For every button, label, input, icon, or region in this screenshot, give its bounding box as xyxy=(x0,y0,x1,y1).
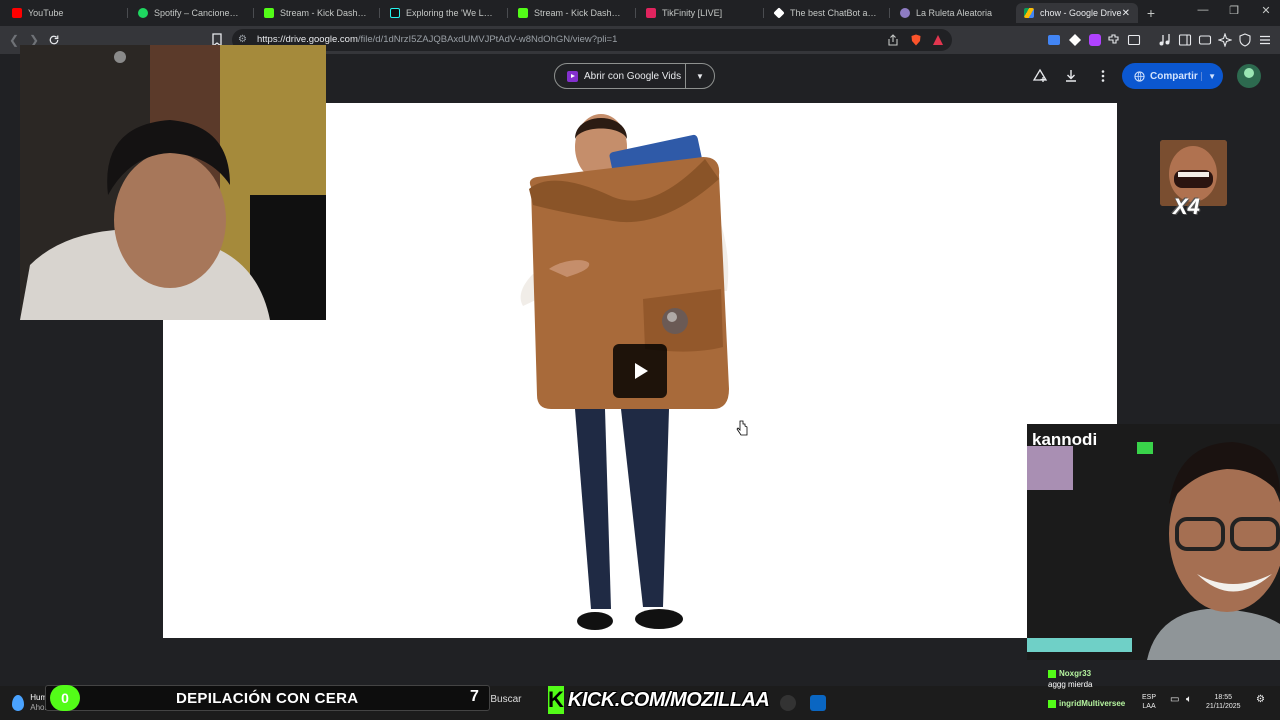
more-options-icon[interactable] xyxy=(1095,68,1111,84)
media-control-icon[interactable] xyxy=(1158,33,1172,47)
chat-text: aggg mierda xyxy=(1048,680,1093,689)
tab-title: Exploring the 'We Look Li xyxy=(406,8,496,18)
share-label: Compartir xyxy=(1150,70,1198,82)
close-window-icon[interactable]: ✕ xyxy=(1256,4,1276,17)
tab-title: TikFinity [LIVE] xyxy=(662,8,723,18)
google-drive-icon xyxy=(1024,8,1034,18)
screen: { "browser": { "tabs": [ {"title": "YouT… xyxy=(0,0,1280,720)
extensions-puzzle-icon[interactable] xyxy=(1107,33,1121,47)
youtube-icon xyxy=(12,8,22,18)
sidebar-icon[interactable] xyxy=(1178,33,1192,47)
tab-title: The best ChatBot and Wid xyxy=(790,8,878,18)
hand-cursor-icon xyxy=(736,420,748,436)
chat-username: ingridMultiversee xyxy=(1059,699,1126,708)
globe-icon xyxy=(1134,70,1145,82)
webcam-feed-image xyxy=(20,45,326,320)
emote-combo: X4 xyxy=(1160,140,1227,224)
download-icon[interactable] xyxy=(1063,68,1079,84)
brave-shield-icon[interactable] xyxy=(910,34,922,46)
roulette-icon xyxy=(900,8,910,18)
guest-feed-image xyxy=(1027,424,1280,660)
url-host: https://drive.google.com xyxy=(257,34,358,45)
streamer-webcam xyxy=(20,45,326,320)
open-with-label: Abrir con Google Vids xyxy=(584,70,682,82)
tiktok-icon xyxy=(390,8,400,18)
minimize-icon[interactable]: — xyxy=(1193,4,1213,16)
tab-youtube[interactable]: YouTube xyxy=(4,3,124,23)
chatbot-icon xyxy=(773,7,785,19)
close-tab-icon[interactable]: ✕ xyxy=(1122,8,1130,19)
account-avatar[interactable] xyxy=(1237,64,1261,88)
outlook-app-icon[interactable] xyxy=(810,695,826,711)
brave-rewards-icon[interactable] xyxy=(932,34,944,46)
kick-channel-url: KICK.COM/MOZILLAA xyxy=(567,688,770,711)
volume-icon[interactable]: 🔈︎ xyxy=(1186,695,1192,705)
tab-title: Spotify – Canciones que te xyxy=(154,8,242,18)
tikfinity-icon xyxy=(646,8,656,18)
add-shortcut-icon[interactable] xyxy=(1032,68,1048,84)
stream-chat: Noxgr33 aggg mierda ingridMultiversee xyxy=(1048,668,1148,711)
kick-logo-icon: K xyxy=(548,686,564,714)
kick-channel-overlay: K KICK.COM/MOZILLAA xyxy=(548,686,770,714)
tab-title: YouTube xyxy=(28,8,64,18)
kick-icon xyxy=(264,8,274,18)
guest-webcam: kannodi xyxy=(1027,424,1280,660)
tab-kick-dashboard-1[interactable]: Stream - Kick Dashboard xyxy=(256,3,376,23)
spotify-icon xyxy=(138,8,148,18)
goal-text: DEPILACIÓN CON CERA xyxy=(176,690,359,707)
open-with-button[interactable]: Abrir con Google Vids ▼ xyxy=(554,63,715,89)
goal-counter: 0 xyxy=(50,685,80,711)
stream-goal-banner: 0 DEPILACIÓN CON CERA 7 xyxy=(45,685,490,711)
google-vids-icon xyxy=(567,70,578,82)
extension-diamond-icon[interactable] xyxy=(1068,33,1082,47)
url-text: https://drive.google.com/file/d/1dNrzI5Z… xyxy=(257,34,617,45)
tab-tiktok-video[interactable]: Exploring the 'We Look Li xyxy=(382,3,504,23)
search-label: Buscar xyxy=(490,694,522,705)
url-path: /file/d/1dNrzI5ZAJQBAxdUMVJPtAdV-w8NdOhG… xyxy=(357,34,618,45)
obs-app-icon[interactable] xyxy=(780,695,796,711)
leo-ai-icon[interactable] xyxy=(1218,33,1232,47)
kick-icon xyxy=(518,8,528,18)
tab-google-drive[interactable]: chow - Google Drive ✕ xyxy=(1016,3,1138,23)
tab-tikfinity[interactable]: TikFinity [LIVE] xyxy=(638,3,760,23)
share-button[interactable]: Compartir ▼ xyxy=(1122,63,1223,89)
wallet-icon[interactable] xyxy=(1198,33,1212,47)
vpn-shield-icon[interactable] xyxy=(1238,33,1252,47)
guest-name: kannodi xyxy=(1032,430,1098,449)
kick-badge-icon xyxy=(1048,669,1056,678)
play-button[interactable] xyxy=(613,344,667,398)
clock[interactable]: 18:55 21/11/2025 xyxy=(1206,693,1241,711)
extension-purple-icon[interactable] xyxy=(1088,33,1102,47)
kick-badge-icon xyxy=(1048,699,1056,708)
tab-title: Stream - Kick Dashboard xyxy=(534,8,624,18)
network-icon[interactable]: ▭ xyxy=(1170,695,1179,705)
menu-icon[interactable] xyxy=(1258,33,1272,47)
raindrop-icon xyxy=(12,695,24,711)
chat-username: Noxgr33 xyxy=(1059,669,1092,678)
tab-title: chow - Google Drive xyxy=(1040,8,1122,18)
goal-number: 7 xyxy=(470,688,479,705)
screenshot-icon[interactable] xyxy=(1127,33,1141,47)
tab-title: La Ruleta Aleatoria xyxy=(916,8,993,18)
emote-multiplier: X4 xyxy=(1173,194,1200,219)
clock-time: 18:55 xyxy=(1214,694,1233,701)
tab-kick-dashboard-2[interactable]: Stream - Kick Dashboard xyxy=(510,3,632,23)
share-page-icon[interactable] xyxy=(887,34,899,46)
chat-message: ingridMultiversee xyxy=(1048,698,1148,709)
tab-spotify[interactable]: Spotify – Canciones que te xyxy=(130,3,250,23)
restore-icon[interactable]: ❐ xyxy=(1224,4,1244,17)
chat-message: Noxgr33 aggg mierda xyxy=(1048,668,1148,690)
tab-ruleta[interactable]: La Ruleta Aleatoria xyxy=(892,3,1012,23)
open-with-main[interactable]: Abrir con Google Vids xyxy=(555,64,686,88)
notification-icon[interactable]: ⚙ xyxy=(1256,695,1265,705)
tab-chatbot[interactable]: The best ChatBot and Wid xyxy=(766,3,886,23)
share-dropdown-icon[interactable]: ▼ xyxy=(1201,71,1216,81)
address-bar[interactable]: ⚙ https://drive.google.com/file/d/1dNrzI… xyxy=(232,29,952,51)
tab-title: Stream - Kick Dashboard xyxy=(280,8,368,18)
clock-date: 21/11/2025 xyxy=(1206,703,1241,710)
chevron-down-icon[interactable]: ▼ xyxy=(686,72,714,81)
new-tab-button[interactable]: + xyxy=(1143,5,1159,21)
tab-strip: YouTube Spotify – Canciones que te Strea… xyxy=(0,0,1280,26)
translate-icon[interactable] xyxy=(1047,33,1061,47)
